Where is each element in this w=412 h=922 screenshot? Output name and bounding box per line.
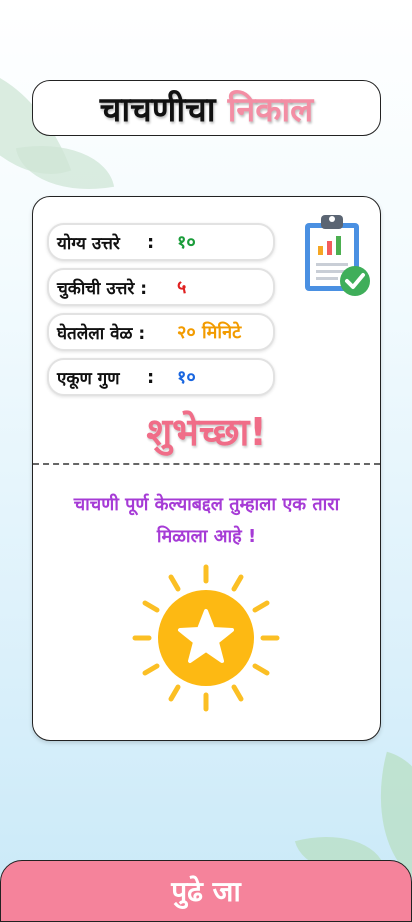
total-score-row: एकूण गुण : १० [47, 358, 275, 396]
sun-star-icon [132, 564, 280, 712]
message-line-1: चाचणी पूर्ण केल्याबद्दल तुम्हाला एक तारा [73, 494, 340, 515]
star-earned-message: चाचणी पूर्ण केल्याबद्दल तुम्हाला एक तारा… [43, 489, 370, 553]
title-part-2: निकाल [227, 90, 314, 130]
result-card: योग्य उत्तरे : १० चुकीची उत्तरे : ५ घेतल… [32, 196, 381, 741]
correct-answers-value: १० [177, 232, 196, 253]
row-separator: : [147, 366, 155, 388]
wrong-answers-value: ५ [177, 277, 187, 298]
time-taken-row: घेतलेला वेळ : २० मिनिटे [47, 313, 275, 351]
row-separator: : [147, 231, 155, 253]
correct-answers-row: योग्य उत्तरे : १० [47, 223, 275, 261]
page-title: चाचणीचा निकाल [32, 80, 381, 136]
total-score-value: १० [177, 367, 196, 388]
congratulations-text: शुभेच्छा! [146, 410, 267, 454]
clipboard-check-icon [305, 215, 370, 296]
wrong-answers-row: चुकीची उत्तरे : ५ [47, 268, 275, 306]
row-label: चुकीची उत्तरे : [57, 278, 148, 299]
dashed-divider [33, 463, 380, 465]
time-taken-value: २० मिनिटे [177, 322, 242, 343]
row-label: योग्य उत्तरे [57, 233, 120, 254]
next-button[interactable]: पुढे जा [0, 860, 412, 922]
title-part-1: चाचणीचा [99, 90, 216, 130]
message-line-2: मिळाला आहे ! [156, 526, 257, 547]
row-label: एकूण गुण [57, 368, 120, 389]
row-label: घेतलेला वेळ : [57, 323, 146, 344]
